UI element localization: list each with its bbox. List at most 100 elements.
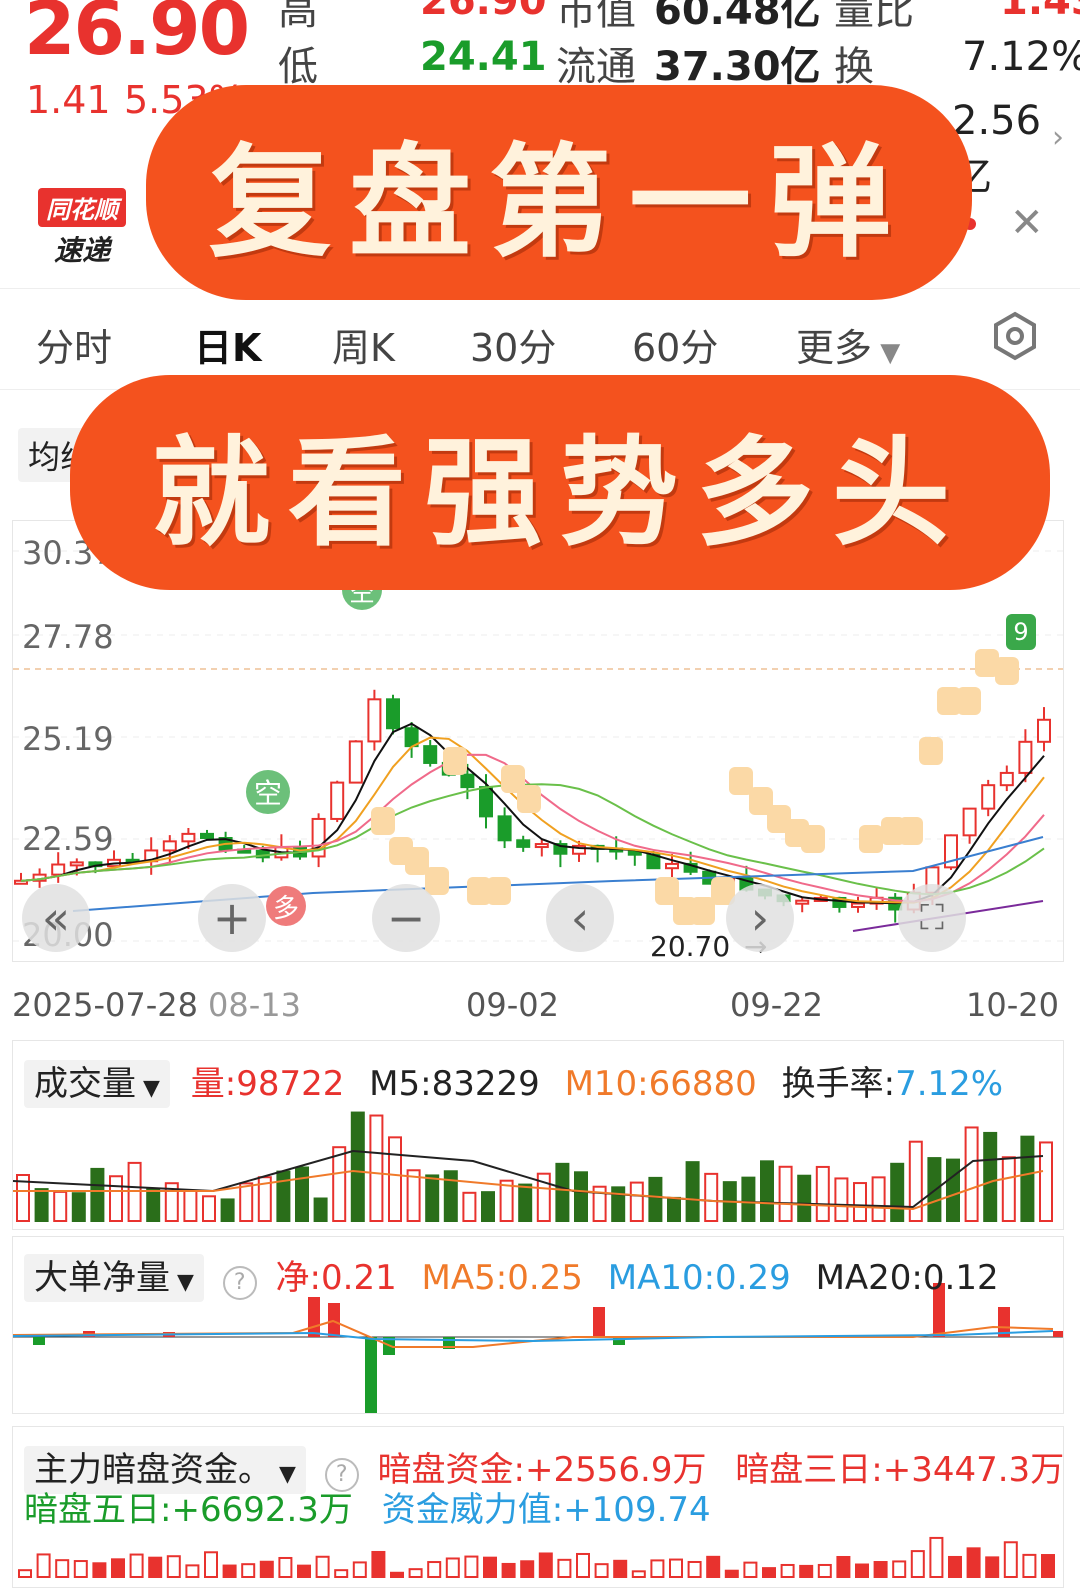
zoom-out-button[interactable]: − [372,884,440,952]
candle-body [516,839,531,848]
bigorder-bar [593,1307,605,1337]
price-change: 1.41 [26,78,111,122]
turnover-label: 换 [834,44,874,90]
volume-bar [834,1177,849,1222]
settings-icon[interactable] [990,311,1040,361]
volume-bar [443,1170,458,1222]
candle-body [423,745,438,764]
x-tick-4: 09-22 [730,986,823,1024]
high-label: 高 [278,0,318,34]
darkpool-bar [966,1547,981,1578]
candle-body [330,781,345,820]
darkpool-bar [427,1561,442,1578]
low-value: 24.41 [420,34,547,80]
darkpool-bar [948,1555,962,1578]
tab-timeshare[interactable]: 分时 [36,317,112,372]
capital-power-value: 资金威力值:+109.74 [381,1490,711,1530]
nine-turn-marker [801,825,825,853]
volume-bar [369,1114,384,1222]
x-tick-1: 2025-07-28 [12,986,198,1024]
chevron-right-icon[interactable]: › [1052,120,1064,155]
darkpool-bar [408,1568,423,1578]
volume-ratio-value: 1.43 [1000,0,1080,24]
candle-body [962,807,977,837]
tab-60min[interactable]: 60分 [632,317,718,372]
y-tick-2: 27.78 [22,618,114,656]
nine-turn-marker [443,747,467,775]
close-icon[interactable]: ✕ [1010,200,1044,246]
bigorder-selector[interactable]: 大单净量 ▼ [24,1254,204,1302]
darkpool-bar [538,1552,553,1578]
darkpool-bar [910,1550,925,1579]
volume-bar [202,1195,216,1222]
nine-turn-marker [517,785,541,813]
nine-turn-marker [405,847,429,875]
help-icon[interactable]: ? [222,1266,257,1300]
volume-bar [667,1196,681,1222]
volume-selector[interactable]: 成交量 ▼ [24,1060,170,1108]
zoom-in-button[interactable]: + [198,884,266,952]
scroll-left-button[interactable]: ‹ [546,884,614,952]
candle-body [386,698,400,730]
tab-more[interactable]: 更多 ▼ [796,317,900,372]
x-tick-2: 08-13 [208,986,301,1024]
fullscreen-button[interactable]: ⛶ [898,884,966,952]
high-value: 26.90 [420,0,547,24]
volume-bar [481,1191,495,1223]
candle-body [200,832,214,840]
scroll-right-button[interactable]: › [726,884,794,952]
period-low-marker: 20.70 [650,930,731,963]
low-label: 低 [278,44,318,90]
candle-body [795,899,810,905]
volume-indicator-row: 成交量 ▼ 量:98722 M5:83229 M10:66880 换手率:7.1… [24,1056,1003,1108]
candle-body [69,861,84,867]
darkpool-bar [1041,1554,1055,1578]
volume-bar [276,1170,291,1222]
darkpool-bar [18,1569,32,1578]
nine-turn-marker [691,897,715,925]
volume-bar [853,1182,867,1222]
volume-bar [53,1190,68,1222]
candle-body [367,698,382,743]
tab-more-label: 更多 [796,326,873,370]
darkpool-bar [892,1560,907,1578]
candle-body [51,863,66,876]
darkpool-bar [483,1556,497,1578]
darkpool-bar [222,1564,237,1579]
darkpool-bar [780,1563,795,1578]
promo-banner-title: 复盘第一弹 [146,85,972,300]
brand-line1: 同花顺 [38,188,126,227]
volume-bar [220,1198,235,1223]
darkpool-five-day: 暗盘五日:+6692.3万 [24,1490,353,1530]
volume-bar [183,1189,198,1222]
volume-bar [388,1136,402,1222]
volume-selector-label: 成交量 [34,1064,136,1104]
volume-bar [425,1174,440,1222]
volume-bar [815,1165,830,1222]
darkpool-bar [557,1558,572,1578]
darkpool-bar [520,1560,535,1578]
scroll-left-fast-button[interactable]: « [22,884,90,952]
volume-bar [871,1176,886,1223]
float-cap-label: 流通 [556,44,636,90]
volume-bar [71,1192,86,1222]
tab-30min[interactable]: 30分 [470,317,556,372]
dropdown-arrow-icon: ▼ [170,1270,194,1295]
darkpool-bar [464,1555,479,1578]
tab-daily-k[interactable]: 日K [194,317,261,372]
nine-turn-marker [919,737,943,765]
darkpool-bar [576,1552,590,1578]
volume-bar [983,1131,998,1222]
candle-body [851,902,865,908]
darkpool-bar [259,1560,274,1578]
tab-weekly-k[interactable]: 周K [332,317,395,372]
darkpool-bar [836,1555,851,1578]
darkpool-bar [334,1569,349,1579]
darkpool-indicator-row2: 暗盘五日:+6692.3万 资金威力值:+109.74 [24,1482,711,1531]
bigorder-bar [365,1337,377,1413]
volume-bar [797,1174,812,1223]
x-tick-5: 10-20 [966,986,1059,1024]
darkpool-bar [743,1561,758,1578]
volume-bar [704,1172,719,1223]
darkpool-bar [73,1560,88,1579]
